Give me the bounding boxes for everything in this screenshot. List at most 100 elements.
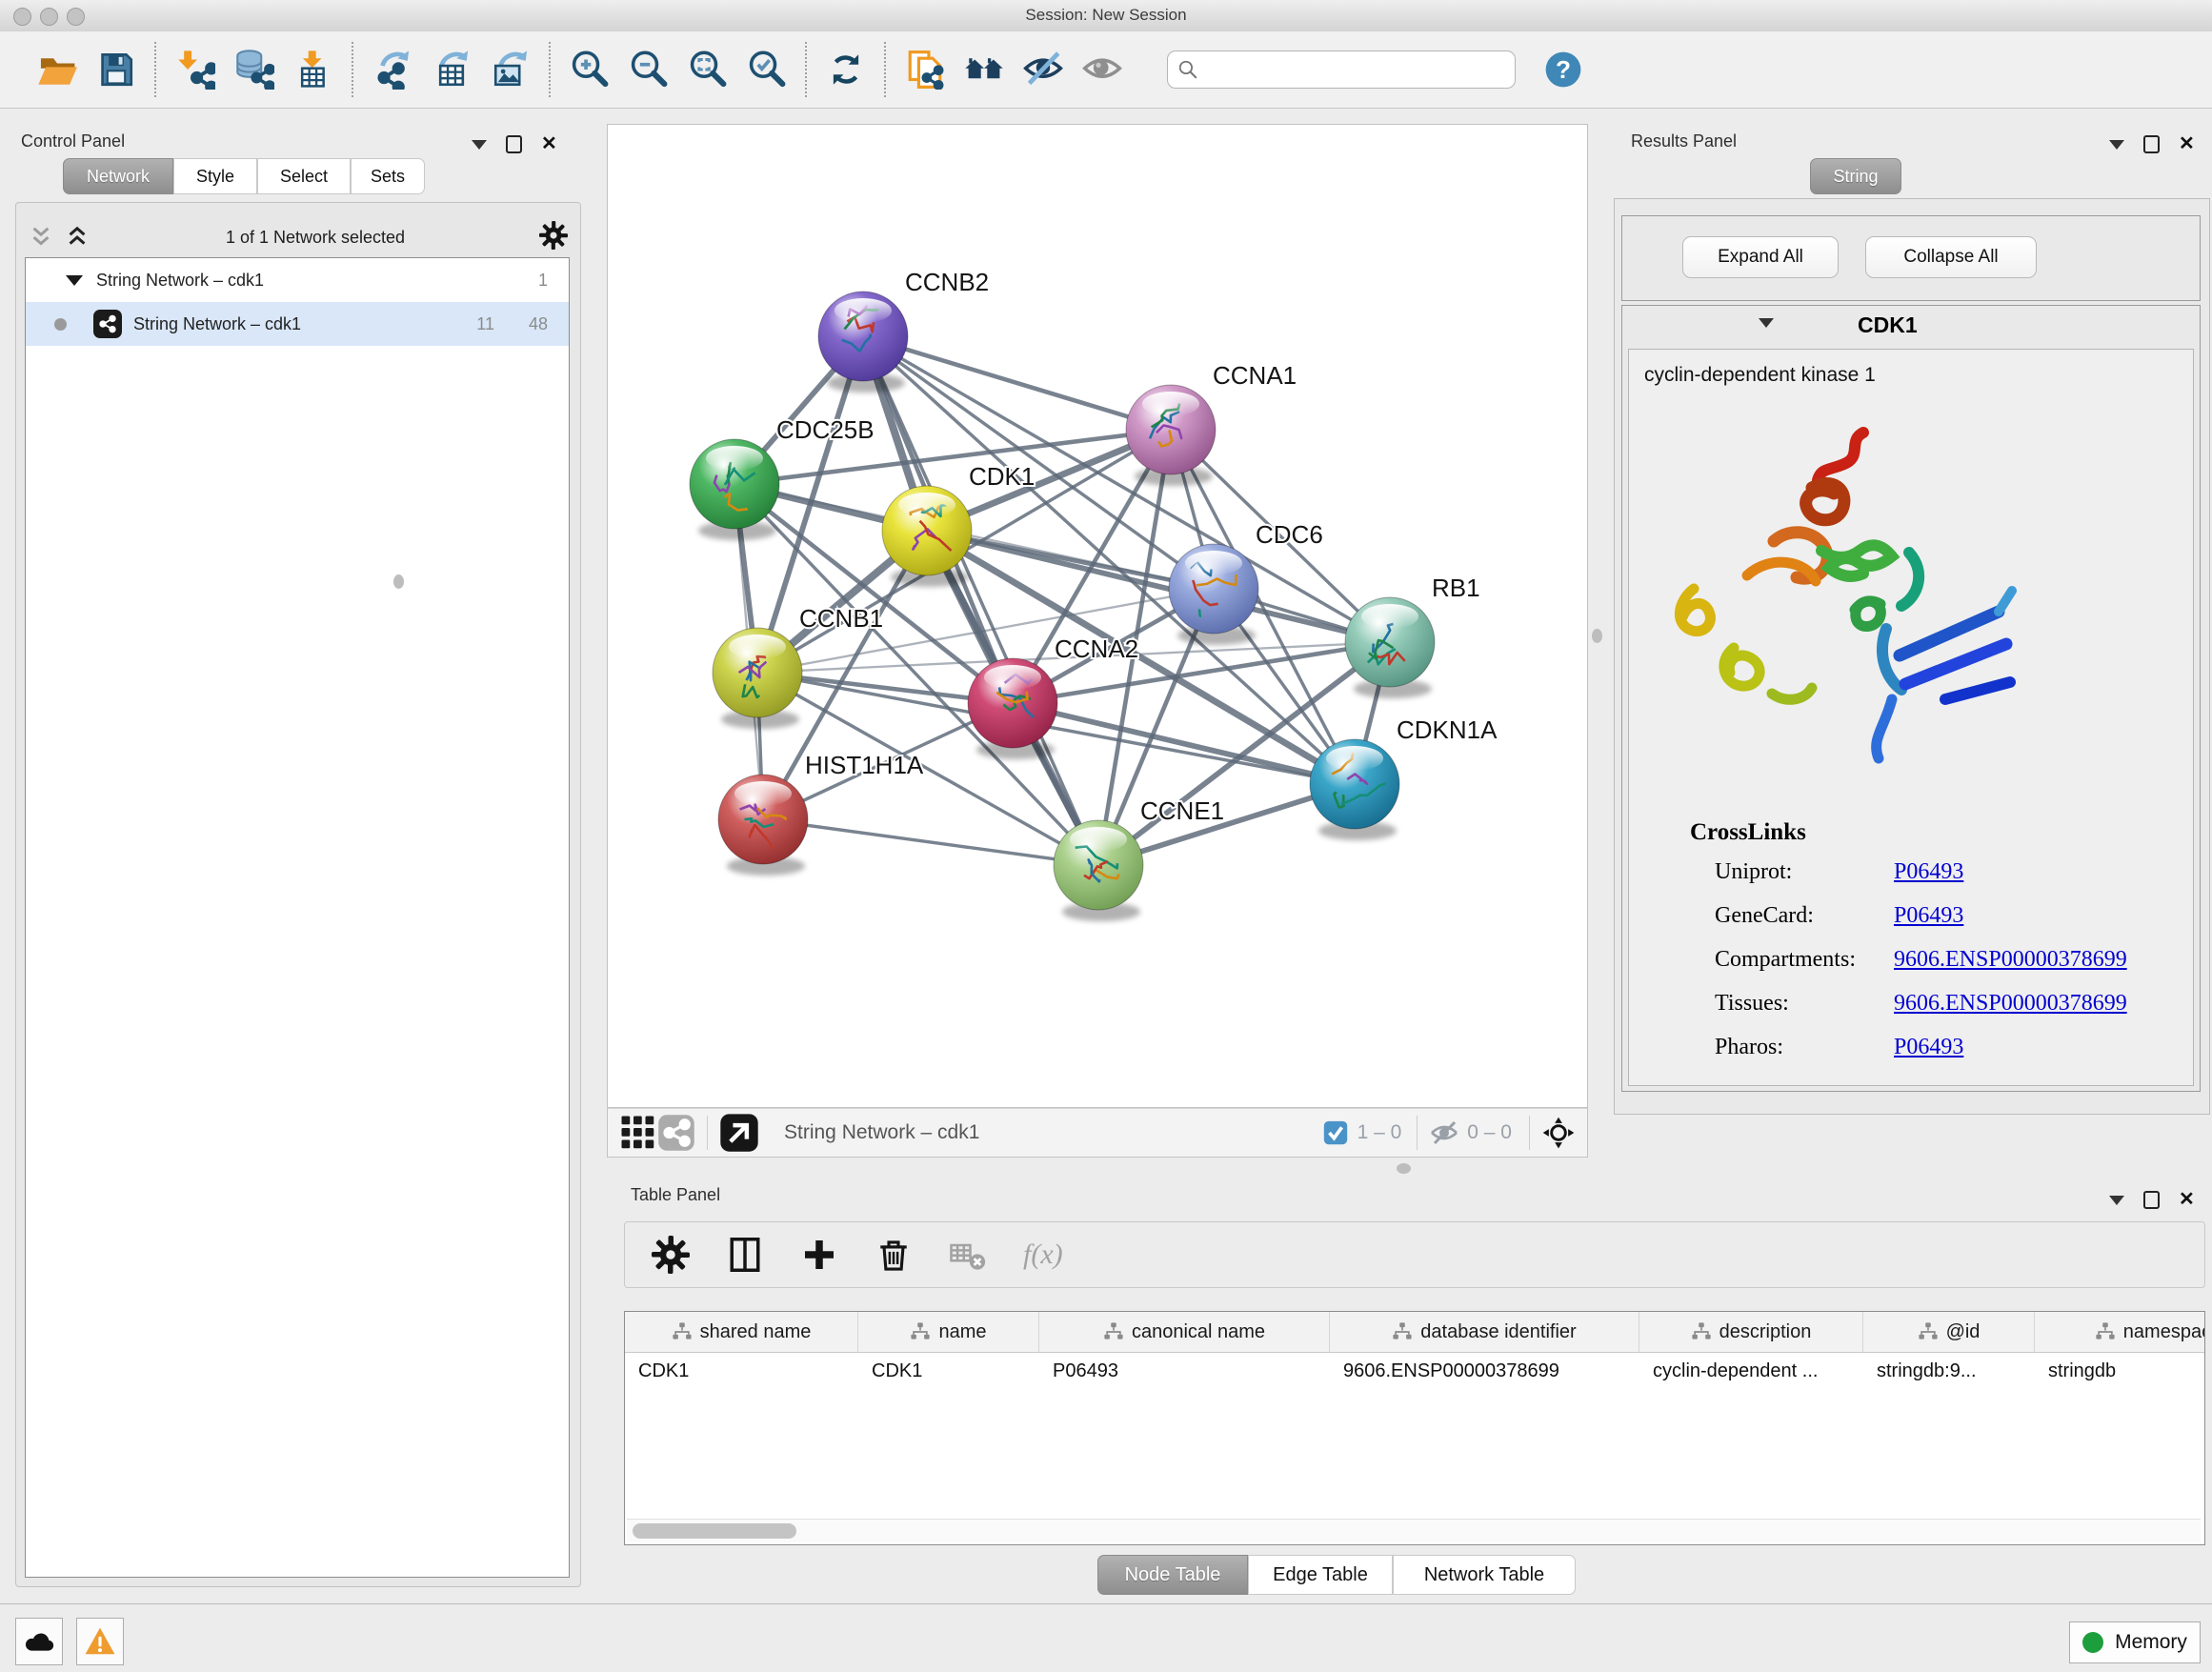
search-input[interactable] bbox=[1198, 59, 1505, 80]
open-session-icon[interactable] bbox=[34, 47, 80, 92]
edge-CCNB2-CCNE1[interactable] bbox=[863, 336, 1098, 865]
column-header-namespace[interactable]: namespace bbox=[2035, 1312, 2205, 1352]
zoom-selected-icon[interactable] bbox=[744, 47, 790, 92]
node-CCNE1[interactable] bbox=[1054, 820, 1143, 921]
edge-HIST1H1A-CCNE1[interactable] bbox=[763, 819, 1098, 865]
network-collection-row[interactable]: String Network – cdk1 1 bbox=[26, 258, 569, 302]
expand-all-button[interactable]: Expand All bbox=[1682, 236, 1839, 278]
node-CDC25B[interactable] bbox=[690, 439, 779, 540]
table-cell[interactable]: stringdb bbox=[2035, 1353, 2205, 1391]
birds-eye-view-icon[interactable] bbox=[719, 1113, 759, 1153]
node-CCNB2[interactable] bbox=[818, 292, 908, 393]
search-box[interactable] bbox=[1167, 50, 1516, 89]
import-database-icon[interactable] bbox=[231, 47, 277, 92]
tree-expander-icon[interactable] bbox=[66, 275, 83, 286]
fit-content-crosshair-icon[interactable] bbox=[1541, 1116, 1576, 1150]
node-CDC6[interactable] bbox=[1169, 544, 1258, 656]
table-panel-float-icon[interactable] bbox=[2143, 1191, 2160, 1209]
control-panel-float-icon[interactable] bbox=[506, 135, 522, 153]
collapse-all-chevron-icon[interactable] bbox=[63, 226, 91, 251]
table-panel-close-icon[interactable]: ✕ bbox=[2179, 1193, 2195, 1207]
zoom-in-icon[interactable] bbox=[567, 47, 613, 92]
crosslink-value[interactable]: P06493 bbox=[1894, 903, 1963, 929]
export-table-icon[interactable] bbox=[429, 47, 474, 92]
function-builder-icon[interactable]: f(x) bbox=[1023, 1239, 1063, 1271]
network-row[interactable]: String Network – cdk1 11 48 bbox=[26, 302, 569, 346]
table-row[interactable]: CDK1CDK1P064939606.ENSP00000378699cyclin… bbox=[625, 1353, 2204, 1391]
zoom-fit-icon[interactable] bbox=[685, 47, 731, 92]
column-header-sharedname[interactable]: shared name bbox=[625, 1312, 858, 1352]
splitter-grip[interactable] bbox=[393, 574, 404, 589]
scrollbar-thumb[interactable] bbox=[633, 1523, 796, 1539]
node-CCNB1[interactable] bbox=[713, 628, 802, 729]
splitter-grip[interactable] bbox=[1397, 1163, 1411, 1174]
tab-string[interactable]: String bbox=[1810, 158, 1901, 194]
cloud-button[interactable] bbox=[15, 1618, 63, 1665]
memory-button[interactable]: Memory bbox=[2069, 1622, 2201, 1663]
crosslink-value[interactable]: P06493 bbox=[1894, 859, 1963, 885]
control-panel-close-icon[interactable]: ✕ bbox=[541, 137, 557, 151]
node-HIST1H1A[interactable] bbox=[718, 775, 808, 876]
clone-network-icon[interactable] bbox=[902, 47, 948, 92]
results-panel-close-icon[interactable]: ✕ bbox=[2179, 137, 2195, 151]
crosslink-value[interactable]: P06493 bbox=[1894, 1035, 1963, 1060]
export-network-icon[interactable] bbox=[370, 47, 415, 92]
table-cell[interactable]: 9606.ENSP00000378699 bbox=[1330, 1353, 1639, 1391]
results-panel-menu-icon[interactable] bbox=[2109, 140, 2124, 150]
save-session-icon[interactable] bbox=[93, 47, 139, 92]
help-button[interactable]: ? bbox=[1540, 47, 1586, 92]
refresh-layout-icon[interactable] bbox=[823, 47, 869, 92]
tab-network-table[interactable]: Network Table bbox=[1393, 1555, 1576, 1595]
results-panel-float-icon[interactable] bbox=[2143, 135, 2160, 153]
table-cell[interactable]: CDK1 bbox=[625, 1353, 858, 1391]
tab-select[interactable]: Select bbox=[257, 158, 351, 194]
hide-panel-icon[interactable] bbox=[1020, 47, 1066, 92]
control-panel-menu-icon[interactable] bbox=[472, 140, 487, 150]
node-CDKN1A[interactable] bbox=[1310, 739, 1399, 840]
delete-column-icon[interactable] bbox=[875, 1236, 913, 1274]
protein-collapse-icon[interactable] bbox=[1759, 318, 1774, 328]
tab-network[interactable]: Network bbox=[63, 158, 173, 194]
tab-style[interactable]: Style bbox=[173, 158, 257, 194]
window-zoom-button[interactable] bbox=[67, 8, 85, 26]
table-horizontal-scrollbar[interactable] bbox=[627, 1519, 2201, 1542]
column-header-databaseidentifier[interactable]: database identifier bbox=[1330, 1312, 1639, 1352]
column-header-id[interactable]: @id bbox=[1863, 1312, 2035, 1352]
hidden-eye-icon[interactable] bbox=[1429, 1118, 1459, 1148]
network-options-gear-icon[interactable] bbox=[539, 221, 568, 254]
warning-button[interactable] bbox=[76, 1618, 124, 1665]
table-cell[interactable]: stringdb:9... bbox=[1863, 1353, 2035, 1391]
edge-CCNB2-CCNA1[interactable] bbox=[863, 336, 1171, 430]
table-cell[interactable]: P06493 bbox=[1039, 1353, 1330, 1391]
home-icon[interactable] bbox=[961, 47, 1007, 92]
gear-icon[interactable] bbox=[652, 1236, 690, 1274]
crosslink-value[interactable]: 9606.ENSP00000378699 bbox=[1894, 991, 2127, 1017]
add-column-icon[interactable] bbox=[800, 1236, 838, 1274]
splitter-grip[interactable] bbox=[1592, 629, 1602, 643]
node-RB1[interactable] bbox=[1345, 597, 1435, 698]
window-minimize-button[interactable] bbox=[40, 8, 58, 26]
node-CDK1[interactable] bbox=[882, 486, 972, 587]
table-cell[interactable]: cyclin-dependent ... bbox=[1639, 1353, 1863, 1391]
tab-sets[interactable]: Sets bbox=[351, 158, 425, 194]
import-table-icon[interactable] bbox=[291, 47, 336, 92]
clear-table-icon[interactable] bbox=[949, 1236, 987, 1274]
column-header-canonicalname[interactable]: canonical name bbox=[1039, 1312, 1330, 1352]
expand-all-chevron-icon[interactable] bbox=[27, 226, 55, 251]
split-columns-icon[interactable] bbox=[726, 1236, 764, 1274]
crosslink-value[interactable]: 9606.ENSP00000378699 bbox=[1894, 947, 2127, 973]
zoom-out-icon[interactable] bbox=[626, 47, 672, 92]
column-header-description[interactable]: description bbox=[1639, 1312, 1863, 1352]
node-CCNA1[interactable] bbox=[1126, 385, 1216, 486]
collapse-all-button[interactable]: Collapse All bbox=[1865, 236, 2037, 278]
network-canvas[interactable]: CCNB2CCNA1CDC25BCDK1CDC6RB1CCNB1CCNA2CDK… bbox=[607, 124, 1588, 1108]
import-network-icon[interactable] bbox=[172, 47, 218, 92]
column-header-name[interactable]: name bbox=[858, 1312, 1039, 1352]
table-cell[interactable]: CDK1 bbox=[858, 1353, 1039, 1391]
grid-view-icon[interactable] bbox=[619, 1114, 657, 1152]
selected-checkbox-icon[interactable] bbox=[1323, 1120, 1348, 1145]
show-panel-icon[interactable] bbox=[1079, 47, 1125, 92]
tab-edge-table[interactable]: Edge Table bbox=[1248, 1555, 1393, 1595]
table-panel-menu-icon[interactable] bbox=[2109, 1196, 2124, 1205]
tab-node-table[interactable]: Node Table bbox=[1097, 1555, 1248, 1595]
